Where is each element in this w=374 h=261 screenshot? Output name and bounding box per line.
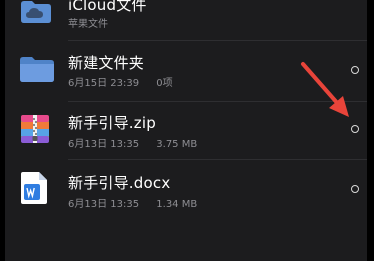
annotation-arrow-icon — [297, 60, 357, 126]
file-name: 新手引导.docx — [68, 174, 171, 192]
file-name: 新建文件夹 — [68, 54, 145, 72]
file-size: 3.75 MB — [156, 139, 198, 150]
file-list-panel: iCloud文件 苹果文件 新建文件夹 6月15日 23:39 0项 新手引导.… — [5, 0, 367, 261]
word-document-icon — [19, 171, 49, 209]
list-item-icloud[interactable]: iCloud文件 苹果文件 — [5, 0, 367, 38]
select-circle[interactable] — [351, 185, 359, 193]
file-name: iCloud文件 — [68, 0, 147, 14]
file-name: 新手引导.zip — [68, 114, 156, 132]
zip-archive-icon — [19, 113, 51, 149]
file-meta: 6月13日 13:35 1.34 MB — [68, 195, 197, 210]
file-size: 1.34 MB — [156, 199, 198, 210]
icloud-folder-icon — [19, 0, 53, 28]
list-item-docx[interactable]: 新手引导.docx 6月13日 13:35 1.34 MB — [5, 159, 367, 219]
file-meta: 6月13日 13:35 3.75 MB — [68, 135, 197, 150]
file-size: 0项 — [156, 78, 173, 89]
file-date: 6月13日 13:35 — [68, 139, 140, 150]
file-date: 6月15日 23:39 — [68, 78, 140, 89]
file-meta: 6月15日 23:39 0项 — [68, 74, 173, 89]
file-subtitle: 苹果文件 — [68, 19, 108, 30]
file-date: 6月13日 13:35 — [68, 199, 140, 210]
folder-icon — [19, 55, 55, 87]
select-circle[interactable] — [351, 125, 359, 133]
